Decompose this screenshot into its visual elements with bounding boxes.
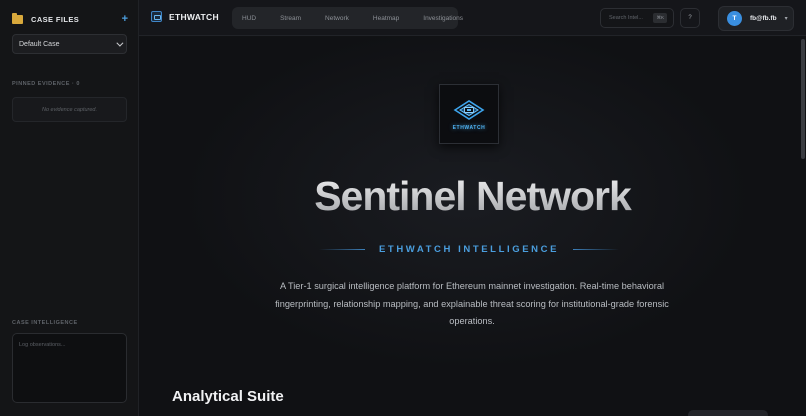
top-bar: ETHWATCH HUD Stream Network Heatmap Inve… bbox=[139, 0, 806, 36]
search-shortcut-badge: ⌘K bbox=[653, 13, 667, 23]
chevron-down-icon bbox=[116, 39, 124, 47]
no-evidence-text: No evidence captured. bbox=[41, 106, 98, 113]
hero-logo: ETHWATCH bbox=[439, 84, 499, 144]
nav-hud[interactable]: HUD bbox=[242, 15, 256, 22]
nav-heatmap[interactable]: Heatmap bbox=[373, 15, 399, 22]
search-input[interactable]: Search Intel... ⌘K bbox=[600, 8, 674, 28]
main-nav: HUD Stream Network Heatmap Investigation… bbox=[232, 7, 463, 29]
folder-icon bbox=[12, 12, 23, 24]
case-select[interactable]: Default Case bbox=[12, 34, 127, 54]
nav-stream[interactable]: Stream bbox=[280, 15, 301, 22]
divider-right bbox=[573, 248, 620, 250]
nav-network[interactable]: Network bbox=[325, 15, 349, 22]
add-case-button[interactable]: + bbox=[122, 13, 128, 25]
hero-logo-text: ETHWATCH bbox=[452, 125, 486, 131]
notes-placeholder: Log observations... bbox=[19, 342, 66, 348]
brand-name: ETHWATCH bbox=[169, 11, 219, 22]
eye-logo-icon bbox=[453, 100, 485, 120]
analytical-suite-heading: Analytical Suite bbox=[172, 388, 284, 405]
case-intelligence-label: CASE INTELLIGENCE bbox=[12, 320, 78, 326]
help-button[interactable]: ? bbox=[680, 8, 700, 28]
user-menu-button[interactable]: T fb@fb.fb ▾ bbox=[718, 6, 794, 31]
scrollbar-thumb[interactable] bbox=[801, 39, 805, 159]
hero-description: A Tier-1 surgical intelligence platform … bbox=[275, 281, 669, 326]
user-email: fb@fb.fb bbox=[750, 15, 777, 22]
brand[interactable]: ETHWATCH bbox=[151, 11, 219, 22]
case-sidebar: CASE FILES + Default Case PINNED EVIDENC… bbox=[0, 0, 139, 416]
nav-investigations[interactable]: Investigations bbox=[423, 15, 463, 22]
search-placeholder: Search Intel... bbox=[609, 15, 643, 21]
hero-title: Sentinel Network bbox=[139, 173, 806, 220]
case-files-title: CASE FILES bbox=[31, 14, 80, 24]
main-content: ETHWATCH Sentinel Network ETHWATCH INTEL… bbox=[139, 37, 806, 416]
hero-subtitle: ETHWATCH INTELLIGENCE bbox=[378, 243, 560, 255]
case-files-header: CASE FILES + bbox=[12, 12, 128, 26]
case-select-value: Default Case bbox=[19, 40, 60, 48]
notes-textarea[interactable]: Log observations... bbox=[12, 333, 127, 403]
eye-logo-icon bbox=[151, 11, 162, 22]
avatar: T bbox=[727, 11, 742, 26]
caret-down-icon: ▾ bbox=[784, 16, 788, 22]
pinned-evidence-label: PINNED EVIDENCE · 0 bbox=[12, 81, 80, 87]
divider-left bbox=[318, 248, 365, 250]
hero-subtitle-row: ETHWATCH INTELLIGENCE bbox=[307, 243, 631, 255]
suite-control[interactable] bbox=[688, 410, 768, 416]
evidence-empty-state: No evidence captured. bbox=[12, 97, 127, 122]
